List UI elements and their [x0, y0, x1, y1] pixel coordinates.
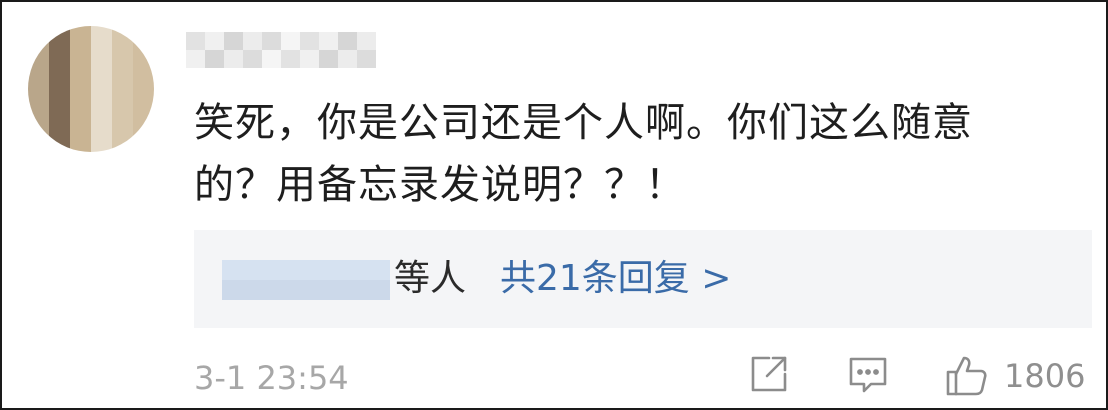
- share-button[interactable]: [747, 352, 791, 396]
- avatar[interactable]: [28, 26, 154, 152]
- like-count: 1806: [1004, 357, 1086, 395]
- reply-names-pixelated: [222, 260, 390, 300]
- comment-timestamp: 3-1 23:54: [194, 359, 349, 397]
- comment-line-1: 笑死，你是公司还是个人啊。你们这么随意: [194, 100, 973, 146]
- username-pixelated[interactable]: [186, 32, 376, 68]
- like-button[interactable]: 1806: [942, 352, 1085, 400]
- share-icon: [751, 356, 787, 392]
- comment-card: 笑死，你是公司还是个人啊。你们这么随意 的？用备忘录发说明？？！ 等人 共21条…: [0, 0, 1108, 410]
- comment-line-2: 的？用备忘录发说明？？！: [194, 162, 686, 208]
- comment-icon: [849, 357, 887, 393]
- comment-button[interactable]: [846, 352, 890, 396]
- comment-text: 笑死，你是公司还是个人啊。你们这么随意 的？用备忘录发说明？？！: [194, 92, 1074, 216]
- view-replies-link[interactable]: 共21条回复 >: [500, 252, 731, 306]
- thumbs-up-icon: [946, 356, 987, 396]
- reply-names-suffix: 等人: [394, 258, 467, 299]
- reply-preview[interactable]: 等人 共21条回复 >: [194, 230, 1092, 328]
